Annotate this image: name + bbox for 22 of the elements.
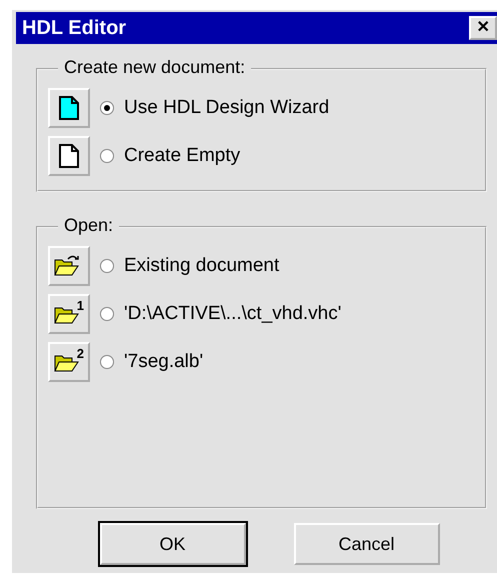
option-label[interactable]: 'D:\ACTIVE\...\ct_vhd.vhc': [124, 303, 342, 325]
document-icon: [59, 96, 79, 120]
option-label[interactable]: '7seg.alb': [124, 351, 204, 373]
icon-button[interactable]: 2: [48, 342, 90, 382]
option-label[interactable]: Create Empty: [124, 145, 240, 167]
option-label[interactable]: Use HDL Design Wizard: [124, 97, 330, 119]
dialog-button[interactable]: Cancel: [294, 523, 440, 565]
icon-button[interactable]: [48, 246, 90, 286]
dialog-button[interactable]: OK: [100, 523, 246, 565]
close-button[interactable]: ✕: [469, 16, 497, 40]
icon-button[interactable]: 1: [48, 294, 90, 334]
icon-button[interactable]: [48, 136, 90, 176]
group-title: Open:: [58, 215, 120, 236]
option-label[interactable]: Existing document: [124, 255, 280, 277]
document-icon: [59, 144, 79, 168]
radio-button[interactable]: [100, 307, 114, 321]
radio-button[interactable]: [100, 355, 114, 369]
radio-button[interactable]: [100, 149, 114, 163]
radio-button[interactable]: [100, 259, 114, 273]
icon-button[interactable]: [48, 88, 90, 128]
radio-button[interactable]: [100, 101, 114, 115]
window-title: HDL Editor: [22, 16, 126, 40]
